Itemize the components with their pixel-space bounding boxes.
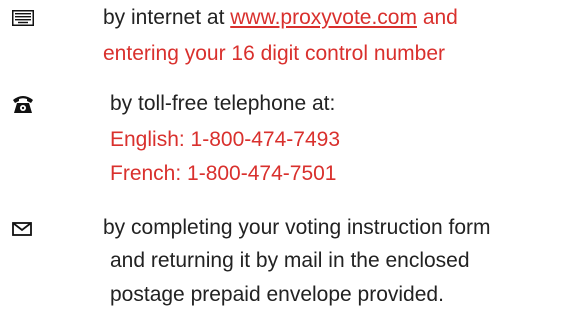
mail-line-1: by completing your voting instruction fo… <box>103 216 491 239</box>
telephone-line-1: by toll-free telephone at: <box>110 92 336 115</box>
mail-line-3: postage prepaid envelope provided. <box>110 283 444 306</box>
envelope-icon <box>12 222 34 244</box>
keyboard-icon <box>12 10 34 32</box>
proxyvote-link[interactable]: www.proxyvote.com <box>230 6 417 29</box>
telephone-english: English: 1-800-474-7493 <box>110 128 340 151</box>
telephone-french: French: 1-800-474-7501 <box>110 162 337 185</box>
internet-suffix: and <box>416 6 458 29</box>
internet-line-1: by internet at www.proxyvote.com and <box>103 4 458 32</box>
internet-line-2: entering your 16 digit control number <box>103 42 446 65</box>
mail-line-2: and returning it by mail in the enclosed <box>110 249 470 272</box>
internet-prefix: by internet at <box>103 6 231 29</box>
telephone-icon <box>12 94 34 116</box>
